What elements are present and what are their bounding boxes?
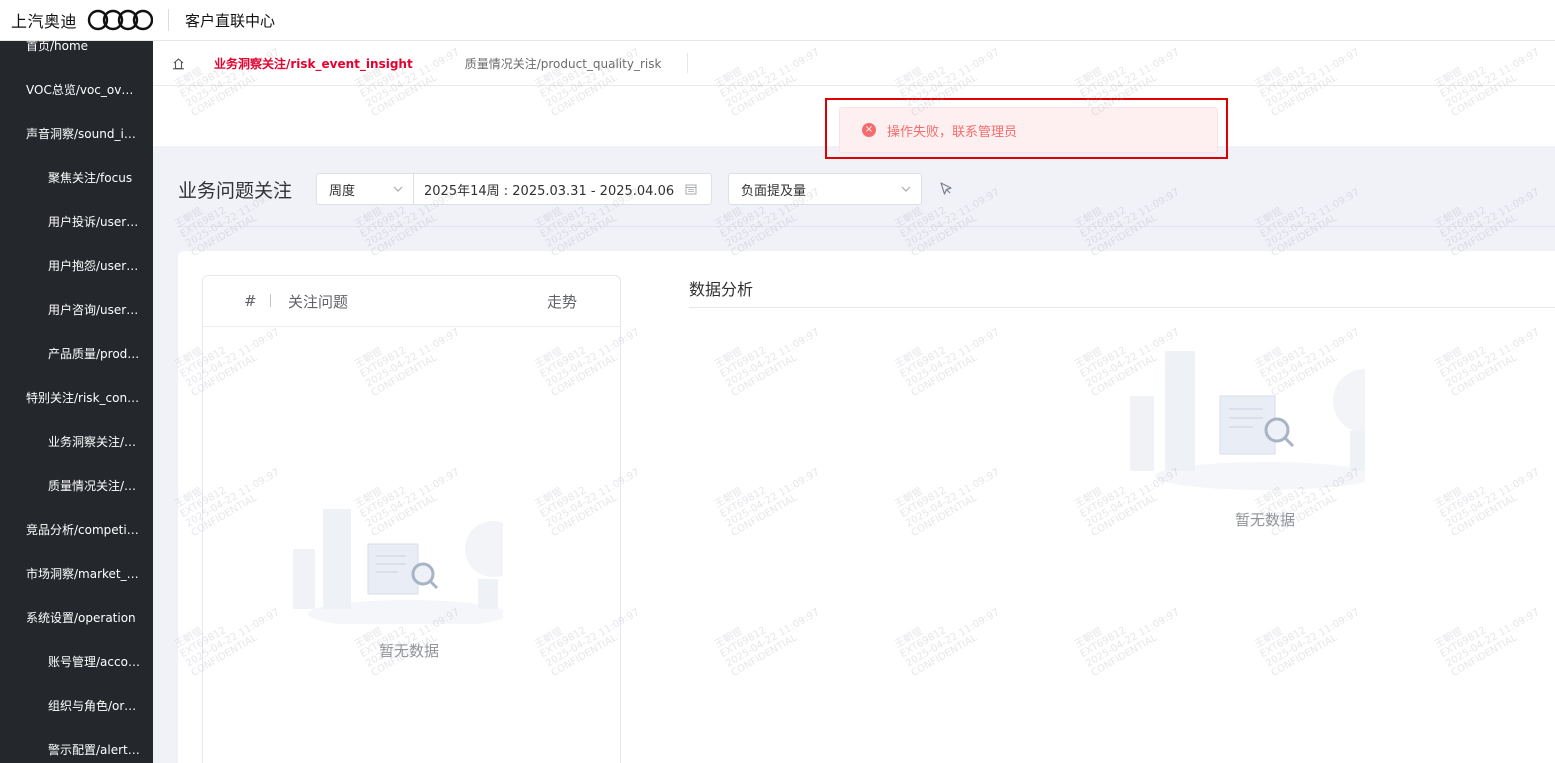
main-content: 业务问题关注 周度 2025年14周 : 2025.03.31 - 2025.0… bbox=[153, 146, 1555, 763]
sidebar-item-user-grumble[interactable]: 用户抱怨/user_grumble bbox=[0, 243, 153, 287]
sidebar-item-product-quality-risk[interactable]: 质量情况关注/product_quality_risk bbox=[0, 463, 153, 507]
sidebar-item-label: VOC总览/voc_overview bbox=[26, 82, 140, 97]
chevron-down-icon bbox=[901, 186, 911, 192]
metric-select[interactable]: 负面提及量 bbox=[728, 173, 923, 205]
sidebar-item-alert-config[interactable]: 警示配置/alert_config bbox=[0, 727, 153, 763]
sidebar-item-label: 用户投诉/user_complaint bbox=[48, 214, 140, 229]
sidebar-item-market-insight[interactable]: 市场洞察/market_insight bbox=[0, 551, 153, 595]
sidebar-item-label: 市场洞察/market_insight bbox=[26, 566, 140, 581]
audi-rings-icon bbox=[87, 9, 154, 31]
filter-divider bbox=[178, 226, 1555, 227]
sidebar-item-operation[interactable]: 系统设置/operation bbox=[0, 595, 153, 639]
period-select-value: 周度 bbox=[329, 183, 356, 199]
sidebar-item-label: 系统设置/operation bbox=[26, 610, 136, 625]
sidebar-item-competition[interactable]: 竞品分析/competition bbox=[0, 507, 153, 551]
header-divider bbox=[168, 9, 170, 31]
calendar-icon bbox=[685, 184, 697, 195]
empty-data-illustration bbox=[293, 509, 503, 624]
metric-select-value: 负面提及量 bbox=[741, 183, 807, 199]
analysis-title: 数据分析 bbox=[689, 280, 754, 299]
empty-data-illustration bbox=[1130, 351, 1365, 490]
column-header-index: # bbox=[244, 292, 257, 310]
filter-row: 业务问题关注 周度 2025年14周 : 2025.03.31 - 2025.0… bbox=[178, 173, 956, 205]
sidebar-item-risk-control[interactable]: 特别关注/risk_control bbox=[0, 375, 153, 419]
date-range-value: 2025年14周 : 2025.03.31 - 2025.04.06 bbox=[424, 183, 675, 199]
tab-risk-event-insight[interactable]: 业务洞察关注/risk_event_insight bbox=[214, 55, 413, 72]
app-title: 客户直联中心 bbox=[185, 11, 276, 30]
tab-bar: 业务洞察关注/risk_event_insight 质量情况关注/product… bbox=[153, 41, 1555, 86]
tab-divider bbox=[687, 53, 689, 73]
sidebar-item-product-quality[interactable]: 产品质量/product_quality bbox=[0, 331, 153, 375]
sidebar-item-label: 组织与角色/organization bbox=[48, 698, 140, 713]
column-header-trend: 走势 bbox=[547, 292, 578, 311]
sidebar-item-organization[interactable]: 组织与角色/organization bbox=[0, 683, 153, 727]
brand-name: 上汽奥迪 bbox=[11, 12, 78, 31]
sidebar-item-label: 声音洞察/sound_insight bbox=[26, 126, 140, 141]
sidebar-item-label: 质量情况关注/product_quality_risk bbox=[48, 478, 140, 493]
sidebar-item-label: 首页/home bbox=[26, 41, 89, 53]
sidebar-item-account[interactable]: 账号管理/account bbox=[0, 639, 153, 683]
chevron-down-icon bbox=[393, 186, 403, 192]
home-icon[interactable] bbox=[172, 57, 185, 70]
period-select[interactable]: 周度 bbox=[316, 173, 415, 205]
issue-table: # 关注问题 走势 暂无数据 bbox=[202, 275, 621, 763]
tab-product-quality-risk[interactable]: 质量情况关注/product_quality_risk bbox=[465, 55, 662, 72]
sidebar-item-risk-event-insight[interactable]: 业务洞察关注/risk_event_insight bbox=[0, 419, 153, 463]
sidebar-item-user-complaint[interactable]: 用户投诉/user_complaint bbox=[0, 199, 153, 243]
sidebar-item-label: 聚焦关注/focus bbox=[48, 170, 133, 185]
toast-message: 操作失败，联系管理员 bbox=[887, 124, 1018, 140]
sidebar-item-label: 账号管理/account bbox=[48, 654, 140, 669]
table-header: # 关注问题 走势 bbox=[203, 276, 620, 327]
week-date-picker[interactable]: 2025年14周 : 2025.03.31 - 2025.04.06 bbox=[414, 173, 713, 205]
sidebar-item-sound-insight[interactable]: 声音洞察/sound_insight bbox=[0, 111, 153, 155]
sidebar-item-voc-overview[interactable]: VOC总览/voc_overview bbox=[0, 67, 153, 111]
analysis-divider bbox=[689, 307, 1555, 308]
sidebar-item-label: 特别关注/risk_control bbox=[26, 390, 140, 405]
top-header: 上汽奥迪 客户直联中心 bbox=[0, 0, 1555, 41]
issue-table-empty-text: 暂无数据 bbox=[379, 642, 440, 660]
page-title: 业务问题关注 bbox=[178, 179, 293, 202]
sidebar-item-label: 用户抱怨/user_grumble bbox=[48, 258, 140, 273]
sidebar-item-label: 竞品分析/competition bbox=[26, 522, 140, 537]
pointer-click-icon[interactable] bbox=[936, 179, 956, 199]
sidebar-item-label: 警示配置/alert_config bbox=[48, 742, 140, 757]
sidebar-item-user-consult[interactable]: 用户咨询/user_consult bbox=[0, 287, 153, 331]
sidebar-item-focus[interactable]: 聚焦关注/focus bbox=[0, 155, 153, 199]
sidebar-item-label: 产品质量/product_quality bbox=[48, 346, 140, 361]
sidebar: 首页/home VOC总览/voc_overview 声音洞察/sound_in… bbox=[0, 41, 153, 763]
error-circle-icon: × bbox=[862, 123, 876, 137]
error-toast: × 操作失败，联系管理员 bbox=[839, 107, 1218, 153]
content-card: # 关注问题 走势 暂无数据 数据分析 暂无数据 bbox=[178, 251, 1555, 763]
analysis-empty-text: 暂无数据 bbox=[1235, 511, 1296, 529]
sidebar-item-label: 用户咨询/user_consult bbox=[48, 302, 140, 317]
sidebar-item-home[interactable]: 首页/home bbox=[0, 41, 153, 67]
sidebar-item-label: 业务洞察关注/risk_event_insight bbox=[48, 434, 140, 449]
column-divider bbox=[270, 294, 271, 307]
column-header-issue: 关注问题 bbox=[288, 292, 349, 311]
